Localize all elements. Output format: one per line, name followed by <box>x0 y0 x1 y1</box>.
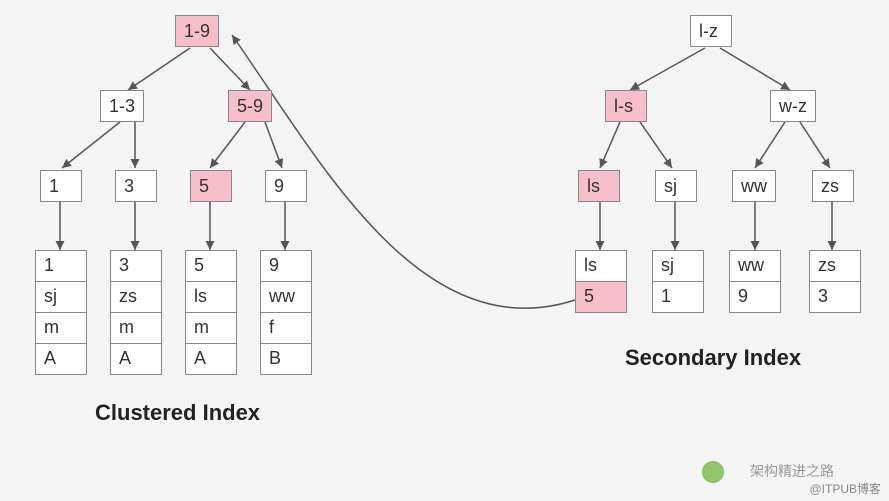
node-label: ls <box>587 176 600 197</box>
secondary-l1-node-0: l-s <box>605 90 647 122</box>
clustered-leaf-2: 5 ls m A <box>185 250 237 375</box>
clustered-l1-node-0: 1-3 <box>100 90 144 122</box>
leaf-cell: zs <box>809 250 861 282</box>
leaf-cell: B <box>260 343 312 375</box>
secondary-l2-node-1: sj <box>655 170 697 202</box>
leaf-cell: sj <box>35 281 87 313</box>
node-label: w-z <box>779 96 807 117</box>
node-label: 1-9 <box>184 21 210 42</box>
clustered-l2-node-1: 3 <box>115 170 157 202</box>
clustered-leaf-1: 3 zs m A <box>110 250 162 375</box>
clustered-l2-node-3: 9 <box>265 170 307 202</box>
leaf-cell: f <box>260 312 312 344</box>
node-label: 5 <box>199 176 209 197</box>
secondary-l2-node-0: ls <box>578 170 620 202</box>
leaf-cell: ls <box>575 250 627 282</box>
clustered-index-label: Clustered Index <box>95 400 260 426</box>
secondary-l2-node-2: ww <box>732 170 776 202</box>
secondary-l1-node-1: w-z <box>770 90 816 122</box>
leaf-cell: m <box>110 312 162 344</box>
clustered-leaf-0: 1 sj m A <box>35 250 87 375</box>
secondary-leaf-0: ls 5 <box>575 250 627 313</box>
watermark-main: 架构精进之路 <box>750 461 834 481</box>
clustered-l2-node-0: 1 <box>40 170 82 202</box>
node-label: ww <box>741 176 767 197</box>
secondary-l2-node-3: zs <box>812 170 854 202</box>
leaf-cell: 3 <box>110 250 162 282</box>
secondary-index-label: Secondary Index <box>625 345 801 371</box>
leaf-cell: A <box>35 343 87 375</box>
node-label: 5-9 <box>237 96 263 117</box>
clustered-leaf-3: 9 ww f B <box>260 250 312 375</box>
leaf-cell: zs <box>110 281 162 313</box>
secondary-leaf-2: ww 9 <box>729 250 781 313</box>
leaf-cell: A <box>185 343 237 375</box>
node-label: 1 <box>49 176 59 197</box>
leaf-cell: sj <box>652 250 704 282</box>
leaf-cell: 9 <box>260 250 312 282</box>
diagram-canvas: 1-9 1-3 5-9 1 3 5 9 1 sj m A 3 zs m A 5 … <box>0 0 889 501</box>
leaf-cell: 5 <box>185 250 237 282</box>
leaf-cell: 3 <box>809 281 861 313</box>
leaf-cell: m <box>185 312 237 344</box>
leaf-cell: m <box>35 312 87 344</box>
node-label: sj <box>664 176 677 197</box>
watermark-sub: @ITPUB博客 <box>809 480 881 497</box>
leaf-cell: 1 <box>652 281 704 313</box>
leaf-cell: 9 <box>729 281 781 313</box>
node-label: l-s <box>614 96 633 117</box>
leaf-cell: A <box>110 343 162 375</box>
secondary-root-node: l-z <box>690 15 732 47</box>
leaf-cell: 5 <box>575 281 627 313</box>
node-label: zs <box>821 176 839 197</box>
secondary-leaf-1: sj 1 <box>652 250 704 313</box>
leaf-cell: ls <box>185 281 237 313</box>
node-label: 9 <box>274 176 284 197</box>
secondary-leaf-3: zs 3 <box>809 250 861 313</box>
clustered-l2-node-2: 5 <box>190 170 232 202</box>
clustered-l1-node-1: 5-9 <box>228 90 272 122</box>
node-label: 1-3 <box>109 96 135 117</box>
leaf-cell: ww <box>260 281 312 313</box>
node-label: 3 <box>124 176 134 197</box>
leaf-cell: ww <box>729 250 781 282</box>
leaf-cell: 1 <box>35 250 87 282</box>
wechat-logo-icon <box>702 461 724 483</box>
clustered-root-node: 1-9 <box>175 15 219 47</box>
node-label: l-z <box>699 21 718 42</box>
